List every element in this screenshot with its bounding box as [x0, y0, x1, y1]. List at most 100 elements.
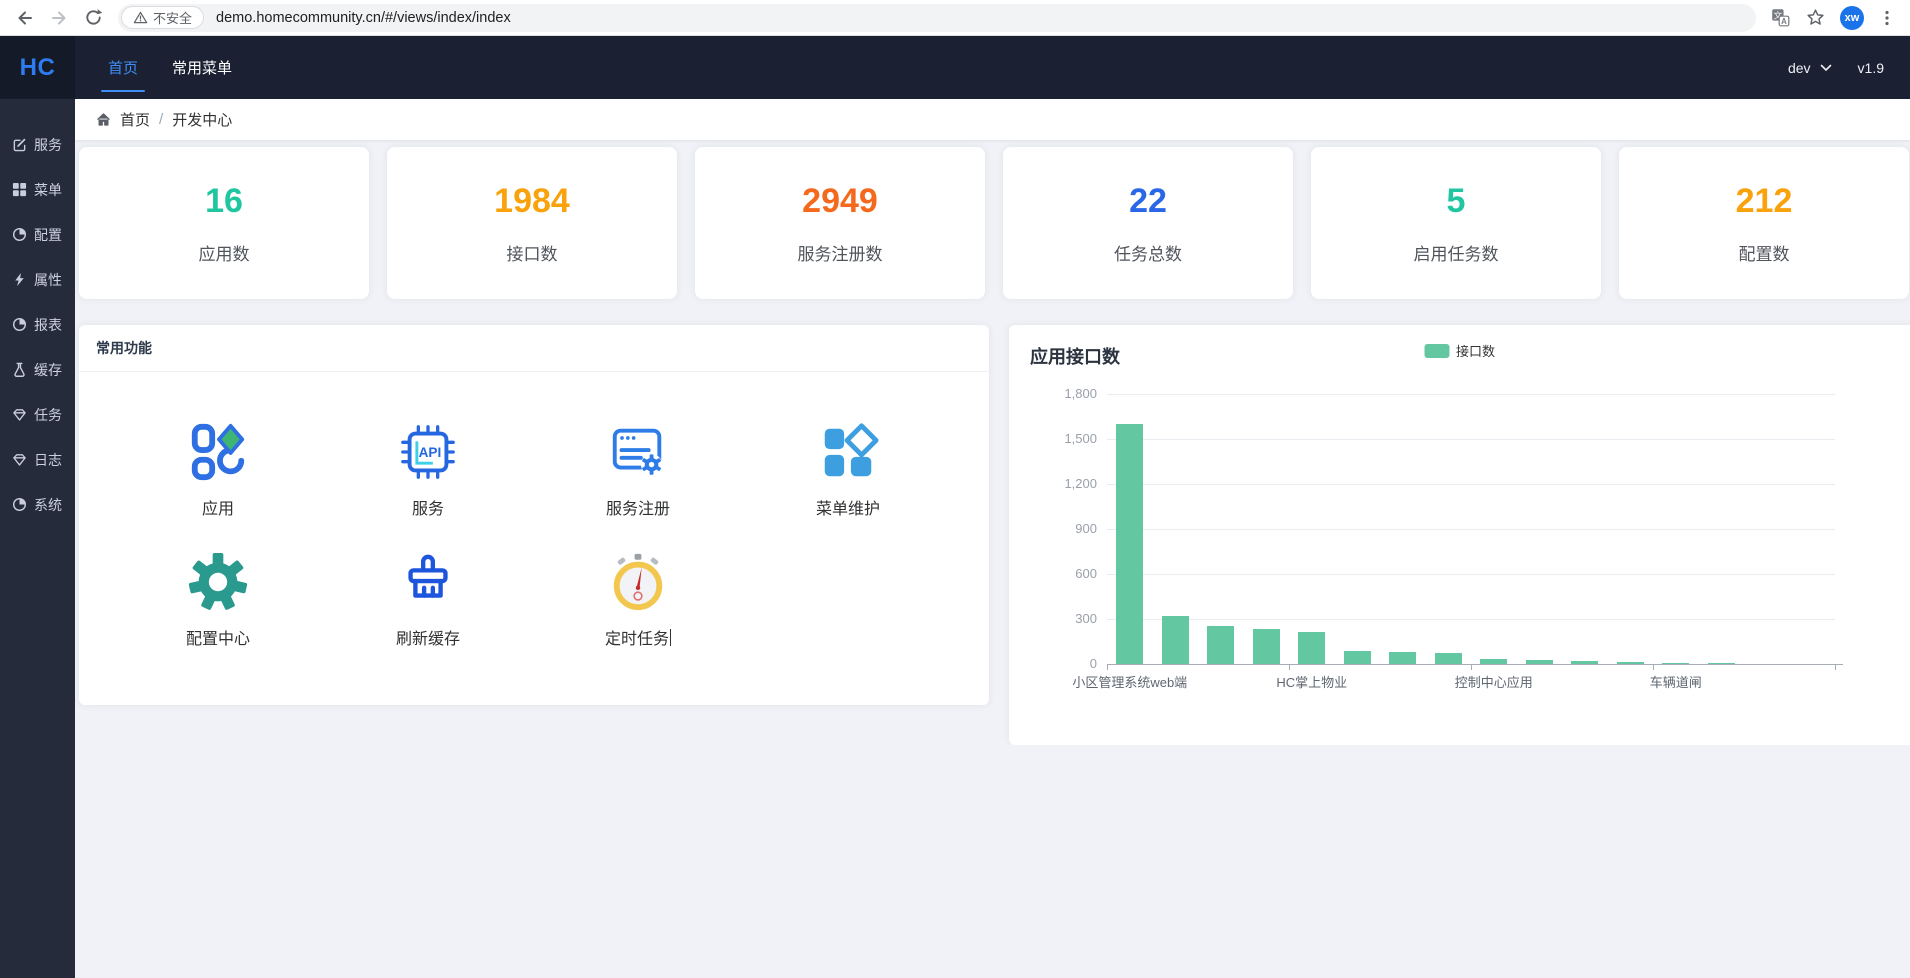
quick-label: 服务	[412, 495, 444, 519]
sidebar-item-system[interactable]: 系统	[0, 482, 75, 527]
app-interface-chart-panel: 应用接口数 接口数 03006009001,2001,5001,800小区管理系…	[1009, 325, 1910, 745]
forward-button[interactable]	[44, 3, 74, 33]
sidebar-item-log[interactable]: 日志	[0, 437, 75, 482]
header-tabs: 首页 常用菜单	[91, 36, 249, 99]
stat-card-total-tasks: 22 任务总数	[1003, 147, 1293, 299]
stat-value: 2949	[802, 182, 878, 221]
quick-item-config-center[interactable]: 配置中心	[113, 551, 323, 649]
stat-label: 应用数	[199, 240, 250, 265]
sidebar-label: 任务	[34, 405, 62, 425]
x-axis-tick	[1653, 665, 1654, 670]
quick-item-refresh-cache[interactable]: 刷新缓存	[323, 551, 533, 649]
security-label: 不安全	[153, 8, 192, 27]
chart-bar	[1162, 616, 1189, 664]
back-button[interactable]	[10, 3, 40, 33]
x-axis-tick	[1107, 665, 1108, 670]
text-cursor	[670, 629, 671, 646]
stat-value: 5	[1447, 182, 1466, 221]
forward-arrow-icon	[48, 7, 70, 29]
x-axis-label: 车辆道闸	[1650, 672, 1702, 691]
y-axis-label: 1,500	[1009, 431, 1097, 446]
y-axis-label: 1,200	[1009, 476, 1097, 491]
globe-icon	[12, 317, 27, 332]
reload-button[interactable]	[78, 3, 108, 33]
chart-title: 应用接口数	[1030, 347, 1120, 367]
quick-functions-panel: 常用功能 应用	[79, 325, 989, 705]
tab-home[interactable]: 首页	[91, 36, 155, 99]
version-label: v1.9	[1858, 60, 1884, 76]
bookmark-star-icon[interactable]	[1805, 7, 1826, 28]
sidebar-label: 属性	[34, 270, 62, 290]
x-axis-tick	[1835, 665, 1836, 670]
sidebar-item-service[interactable]: 服务	[0, 122, 75, 167]
sidebar-item-config[interactable]: 配置	[0, 212, 75, 257]
stat-label: 启用任务数	[1414, 240, 1499, 265]
sidebar-item-cache[interactable]: 缓存	[0, 347, 75, 392]
refresh-cache-icon	[397, 551, 459, 613]
quick-item-app[interactable]: 应用	[113, 421, 323, 519]
quick-item-timer-task[interactable]: 定时任务	[533, 551, 743, 649]
back-arrow-icon	[14, 7, 36, 29]
browser-avatar[interactable]: xw	[1840, 6, 1864, 30]
gem-icon	[12, 452, 27, 467]
y-axis-label: 600	[1009, 566, 1097, 581]
service-register-icon	[607, 421, 669, 483]
env-label: dev	[1788, 60, 1811, 76]
x-axis-label: HC掌上物业	[1276, 672, 1347, 691]
y-axis-label: 300	[1009, 611, 1097, 626]
config-gear-icon	[187, 551, 249, 613]
sidebar-item-menu[interactable]: 菜单	[0, 167, 75, 212]
x-axis-label: 小区管理系统web端	[1072, 672, 1187, 691]
sidebar-label: 服务	[34, 135, 62, 155]
quick-item-menu-maintain[interactable]: 菜单维护	[743, 421, 953, 519]
x-axis-tick	[1471, 665, 1472, 670]
translate-icon[interactable]: 文A	[1770, 7, 1791, 28]
svg-text:A: A	[1781, 17, 1787, 26]
chart-legend[interactable]: 接口数	[1424, 341, 1495, 360]
y-axis-label: 0	[1009, 656, 1097, 671]
chart-bar	[1480, 659, 1507, 664]
quick-grid: 应用 API 服务	[79, 372, 989, 705]
reload-icon	[83, 7, 104, 28]
env-dropdown[interactable]: dev	[1788, 60, 1832, 76]
chart-bar	[1571, 661, 1598, 664]
y-axis-label: 900	[1009, 521, 1097, 536]
sidebar-item-task[interactable]: 任务	[0, 392, 75, 437]
security-chip[interactable]: 不安全	[121, 6, 204, 29]
stat-value: 1984	[494, 182, 570, 221]
quick-item-service[interactable]: API 服务	[323, 421, 533, 519]
tab-common-menu[interactable]: 常用菜单	[155, 36, 249, 99]
kebab-menu-icon[interactable]	[1878, 9, 1896, 27]
stat-value: 212	[1736, 182, 1793, 221]
legend-label: 接口数	[1456, 341, 1495, 360]
stat-card-service-registrations: 2949 服务注册数	[695, 147, 985, 299]
edit-icon	[12, 137, 27, 152]
sidebar-item-attribute[interactable]: 属性	[0, 257, 75, 302]
stat-label: 接口数	[507, 240, 558, 265]
legend-swatch	[1424, 344, 1449, 358]
gridline	[1107, 484, 1835, 485]
sidebar-item-report[interactable]: 报表	[0, 302, 75, 347]
chart-bar	[1344, 651, 1371, 664]
timer-icon	[607, 551, 669, 613]
chart-bar	[1253, 629, 1280, 664]
breadcrumb-home[interactable]: 首页	[120, 109, 150, 130]
url-bar[interactable]: 不安全 demo.homecommunity.cn/#/views/index/…	[118, 4, 1756, 32]
gridline	[1107, 619, 1835, 620]
stat-card-apps: 16 应用数	[79, 147, 369, 299]
stat-cards-row: 16 应用数 1984 接口数 2949 服务注册数 22 任务总数 5 启	[79, 147, 1909, 299]
gridline	[1107, 394, 1835, 395]
x-axis-tick	[1289, 665, 1290, 670]
sidebar-label: 配置	[34, 225, 62, 245]
chart-bar	[1708, 663, 1735, 664]
flask-icon	[12, 362, 27, 377]
stat-card-configs: 212 配置数	[1619, 147, 1909, 299]
x-axis-line	[1107, 664, 1843, 665]
gridline	[1107, 439, 1835, 440]
chart-bar	[1526, 660, 1553, 664]
quick-item-service-register[interactable]: 服务注册	[533, 421, 743, 519]
stat-value: 22	[1129, 182, 1167, 221]
globe-icon	[12, 227, 27, 242]
app-logo[interactable]: HC	[0, 36, 75, 99]
x-axis-label: 控制中心应用	[1455, 672, 1533, 691]
